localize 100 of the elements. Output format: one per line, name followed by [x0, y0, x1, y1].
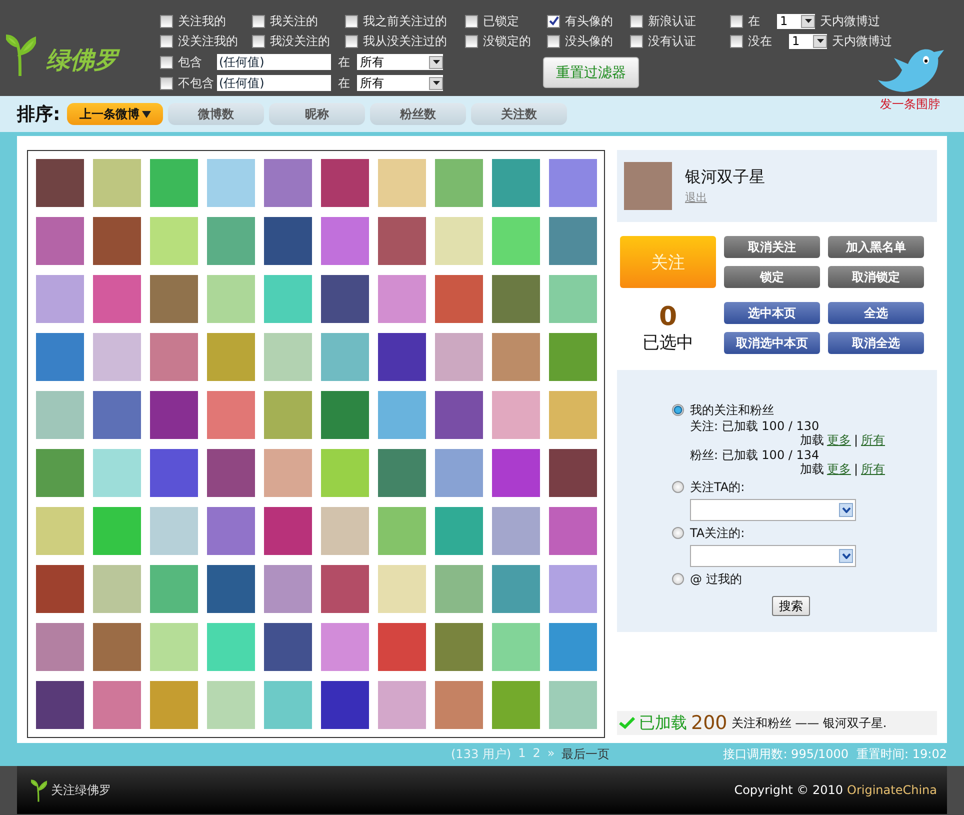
sort-tab[interactable]: 上一条微博	[67, 103, 164, 125]
photo-placeholder[interactable]	[150, 391, 198, 439]
photo-placeholder[interactable]	[435, 449, 483, 497]
select-button[interactable]: 选中本页	[724, 302, 820, 324]
photo-placeholder[interactable]	[264, 449, 312, 497]
photo-placeholder[interactable]	[435, 565, 483, 613]
photo-placeholder[interactable]	[93, 217, 141, 265]
photo-placeholder[interactable]	[207, 333, 255, 381]
photo-placeholder[interactable]	[435, 333, 483, 381]
photo-placeholder[interactable]	[150, 565, 198, 613]
checkbox[interactable]	[345, 34, 358, 48]
sort-tab[interactable]: 昵称	[269, 103, 366, 125]
photo-placeholder[interactable]	[36, 275, 84, 323]
photo-placeholder[interactable]	[93, 681, 141, 729]
checkbox[interactable]	[252, 34, 265, 48]
photo-placeholder[interactable]	[378, 391, 426, 439]
photo-placeholder[interactable]	[378, 681, 426, 729]
photo-placeholder[interactable]	[549, 681, 597, 729]
photo-placeholder[interactable]	[321, 159, 369, 207]
action-button[interactable]: 取消锁定	[828, 266, 924, 288]
photo-placeholder[interactable]	[264, 507, 312, 555]
photo-placeholder[interactable]	[150, 275, 198, 323]
checkbox[interactable]	[630, 14, 643, 28]
photo-placeholder[interactable]	[207, 275, 255, 323]
photo-placeholder[interactable]	[36, 565, 84, 613]
photo-placeholder[interactable]	[93, 623, 141, 671]
photo-placeholder[interactable]	[321, 681, 369, 729]
photo-placeholder[interactable]	[492, 333, 540, 381]
photo-placeholder[interactable]	[435, 681, 483, 729]
photo-placeholder[interactable]	[207, 391, 255, 439]
photo-placeholder[interactable]	[492, 449, 540, 497]
photo-placeholder[interactable]	[492, 507, 540, 555]
photo-placeholder[interactable]	[36, 391, 84, 439]
sort-tab[interactable]: 微博数	[168, 103, 264, 125]
photo-placeholder[interactable]	[549, 449, 597, 497]
photo-placeholder[interactable]	[549, 217, 597, 265]
logout-link[interactable]: 退出	[685, 190, 765, 205]
photo-placeholder[interactable]	[93, 333, 141, 381]
photo-placeholder[interactable]	[549, 275, 597, 323]
post-tweet-link[interactable]: 发一条围脖	[880, 96, 940, 113]
photo-placeholder[interactable]	[264, 275, 312, 323]
photo-placeholder[interactable]	[93, 565, 141, 613]
photo-placeholder[interactable]	[321, 507, 369, 555]
sort-tab[interactable]: 关注数	[471, 103, 568, 125]
action-button[interactable]: 锁定	[724, 266, 820, 288]
photo-placeholder[interactable]	[150, 217, 198, 265]
radio-button[interactable]	[672, 404, 684, 416]
photo-placeholder[interactable]	[93, 449, 141, 497]
photo-placeholder[interactable]	[150, 507, 198, 555]
photo-placeholder[interactable]	[264, 159, 312, 207]
photo-placeholder[interactable]	[435, 623, 483, 671]
photo-placeholder[interactable]	[492, 217, 540, 265]
photo-placeholder[interactable]	[36, 681, 84, 729]
radio-button[interactable]	[672, 573, 684, 585]
checkbox[interactable]	[160, 76, 173, 90]
photo-placeholder[interactable]	[549, 565, 597, 613]
photo-placeholder[interactable]	[36, 623, 84, 671]
photo-placeholder[interactable]	[321, 333, 369, 381]
photo-placeholder[interactable]	[321, 449, 369, 497]
photo-placeholder[interactable]	[321, 275, 369, 323]
photo-placeholder[interactable]	[36, 217, 84, 265]
photo-placeholder[interactable]	[36, 333, 84, 381]
photo-placeholder[interactable]	[36, 159, 84, 207]
photo-placeholder[interactable]	[435, 275, 483, 323]
photo-placeholder[interactable]	[378, 565, 426, 613]
last-page-link[interactable]: 最后一页	[562, 746, 610, 763]
checkbox[interactable]	[160, 34, 173, 48]
photo-placeholder[interactable]	[150, 449, 198, 497]
load-more-link[interactable]: 更多	[826, 462, 851, 477]
photo-placeholder[interactable]	[492, 275, 540, 323]
photo-placeholder[interactable]	[492, 681, 540, 729]
dropdown[interactable]	[690, 499, 856, 521]
photo-placeholder[interactable]	[93, 391, 141, 439]
checkbox[interactable]	[547, 34, 560, 48]
dropdown[interactable]	[690, 545, 856, 567]
photo-placeholder[interactable]	[492, 159, 540, 207]
company-link[interactable]: OriginateChina	[847, 783, 937, 797]
action-button[interactable]: 加入黑名单	[828, 236, 924, 258]
select-button[interactable]: 全选	[828, 302, 924, 324]
photo-placeholder[interactable]	[150, 681, 198, 729]
photo-placeholder[interactable]	[378, 333, 426, 381]
photo-placeholder[interactable]	[378, 449, 426, 497]
photo-placeholder[interactable]	[207, 217, 255, 265]
photo-placeholder[interactable]	[264, 565, 312, 613]
select-button[interactable]: 取消全选	[828, 332, 924, 354]
photo-placeholder[interactable]	[93, 275, 141, 323]
checkbox[interactable]	[345, 14, 358, 28]
sort-tab[interactable]: 粉丝数	[370, 103, 466, 125]
photo-placeholder[interactable]	[492, 565, 540, 613]
photo-placeholder[interactable]	[435, 159, 483, 207]
load-all-link[interactable]: 所有	[861, 462, 885, 477]
photo-placeholder[interactable]	[549, 507, 597, 555]
photo-placeholder[interactable]	[321, 217, 369, 265]
text-input[interactable]: (任何值)	[217, 54, 331, 70]
photo-placeholder[interactable]	[378, 275, 426, 323]
photo-placeholder[interactable]	[321, 391, 369, 439]
photo-placeholder[interactable]	[36, 507, 84, 555]
photo-placeholder[interactable]	[378, 623, 426, 671]
photo-placeholder[interactable]	[549, 391, 597, 439]
photo-placeholder[interactable]	[549, 623, 597, 671]
